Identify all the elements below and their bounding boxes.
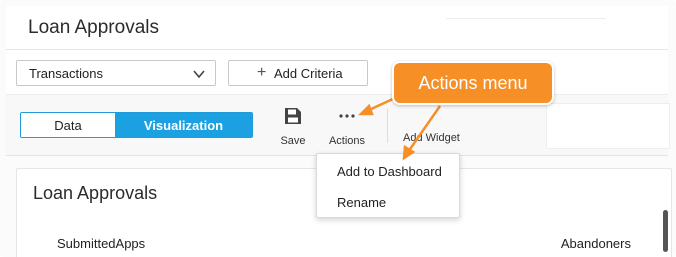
dataset-select[interactable]: Transactions	[16, 60, 216, 86]
criteria-bar: Transactions + Add Criteria	[6, 50, 668, 94]
tab-data[interactable]: Data	[21, 113, 115, 137]
toolbar-separator	[387, 109, 388, 143]
add-criteria-button[interactable]: + Add Criteria	[228, 60, 368, 86]
toolbar: Data Visualization Save Actions Add Widg…	[6, 94, 670, 156]
actions-label: Actions	[328, 135, 366, 147]
card-title: Loan Approvals	[33, 183, 158, 203]
plus-icon: +	[257, 64, 267, 81]
column-header-submittedapps: SubmittedApps	[57, 236, 146, 251]
actions-menu-callout: Actions menu	[392, 61, 554, 105]
menu-item-add-to-dashboard[interactable]: Add to Dashboard	[337, 164, 442, 179]
tab-visualization[interactable]: Visualization	[115, 113, 252, 137]
scrollbar[interactable]	[663, 210, 668, 252]
add-criteria-label: Add Criteria	[274, 66, 343, 81]
add-widget-button[interactable]: Add Widget	[403, 132, 460, 144]
save-button[interactable]: Save	[278, 105, 308, 147]
chevron-down-icon	[193, 70, 205, 79]
view-toggle: Data Visualization	[20, 112, 253, 138]
header-divider	[446, 9, 606, 19]
save-label: Save	[280, 135, 306, 147]
dataset-select-value: Transactions	[29, 66, 103, 81]
menu-item-rename[interactable]: Rename	[337, 195, 386, 210]
floppy-disk-icon	[285, 108, 301, 124]
actions-button[interactable]: Actions	[324, 105, 370, 147]
actions-dropdown-menu: Add to Dashboard Rename	[316, 153, 460, 218]
page-title: Loan Approvals	[28, 17, 159, 38]
app-frame: Loan Approvals Transactions + Add Criter…	[0, 0, 676, 257]
ellipsis-icon	[339, 114, 355, 118]
widget-preview	[546, 103, 670, 149]
page-header: Loan Approvals	[6, 6, 668, 50]
column-header-abandoners: Abandoners	[560, 236, 631, 251]
